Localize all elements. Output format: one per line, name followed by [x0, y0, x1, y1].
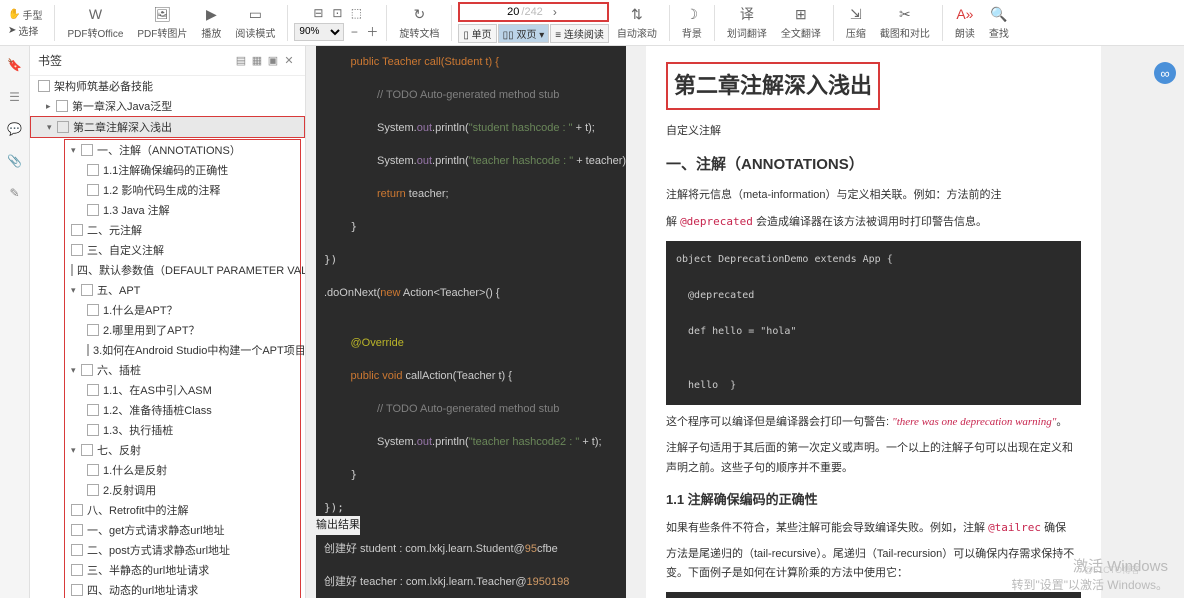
tree-ch2[interactable]: ▾第二章注解深入浅出	[30, 116, 305, 138]
crop-compare-btn[interactable]: ✂截图和对比	[874, 3, 936, 42]
page-number-input[interactable]	[461, 6, 521, 18]
para-2: 解 @deprecated 会造成编译器在该方法被调用时打印警告信息。	[666, 212, 1081, 233]
document-viewport[interactable]: ∞ public Teacher call(Student t) { // TO…	[306, 46, 1184, 598]
tree-s3[interactable]: 三、自定义注解	[65, 240, 300, 260]
crop-icon: ✂	[896, 5, 914, 23]
tree-s6-1[interactable]: 1.1、在AS中引入ASM	[65, 380, 300, 400]
signature-tab-icon[interactable]: ✎	[6, 184, 24, 202]
tree-s9-1[interactable]: 一、get方式请求静态url地址	[65, 520, 300, 540]
speaker-icon: A»	[956, 5, 974, 23]
tree-s9-3[interactable]: 三、半静态的url地址请求	[65, 560, 300, 580]
page-input-box: /242 ›	[458, 2, 609, 22]
hand-tool[interactable]: ✋ 手型	[8, 7, 42, 22]
tree-s5-2[interactable]: 2.哪里用到了APT？	[65, 320, 300, 340]
tree-s6-2[interactable]: 1.2、准备待插桩Class	[65, 400, 300, 420]
moon-icon: ☽	[683, 5, 701, 23]
read-mode[interactable]: ▭阅读模式	[229, 3, 281, 42]
float-assist-btn[interactable]: ∞	[1154, 62, 1176, 84]
word-icon: W	[86, 5, 104, 23]
translate-icon: 译	[738, 5, 756, 23]
page-total: /242	[521, 6, 546, 18]
tree-s2[interactable]: 二、元注解	[65, 220, 300, 240]
compress-btn[interactable]: ⇲压缩	[840, 3, 872, 42]
tree-ch1[interactable]: ▸第一章深入Java泛型	[30, 96, 305, 116]
rotate-button[interactable]: ↻旋转文档	[393, 3, 445, 42]
para-4: 注解子句适用于其后面的第一次定义或声明。一个以上的注解子句可以出现在定义和声明之…	[666, 439, 1081, 479]
tree-highlight-box: ▾一、注解（ANNOTATIONS） 1.1注解确保编码的正确性 1.2 影响代…	[64, 139, 301, 598]
zoom-select[interactable]: 90%	[294, 23, 344, 41]
para-3: 这个程序可以编译但是编译器会打印一句警告: "there was one dep…	[666, 413, 1081, 433]
search-icon: 🔍	[990, 5, 1008, 23]
fit-width-icon[interactable]: ⊟	[310, 5, 326, 21]
tree-s7-1[interactable]: 1.什么是反射	[65, 460, 300, 480]
find-btn[interactable]: 🔍查找	[983, 3, 1015, 42]
autoscroll-btn[interactable]: ⇅自动滚动	[611, 3, 663, 42]
word-translate-btn[interactable]: 译划词翻译	[721, 3, 773, 42]
tree-s7[interactable]: ▾七、反射	[65, 440, 300, 460]
actual-size-icon[interactable]: ⬚	[348, 5, 364, 21]
bookmark-tree: 架构师筑基必备技能 ▸第一章深入Java泛型 ▾第二章注解深入浅出 ▾一、注解（…	[30, 76, 305, 598]
subtitle: 自定义注解	[666, 122, 1081, 142]
para-5: 如果有些条件不符合，某些注解可能会导致编译失败。例如，注解 @tailrec 确…	[666, 518, 1081, 539]
chapter-title: 第二章注解深入浅出	[666, 62, 880, 110]
code-block-1: object DeprecationDemo extends App { @de…	[666, 241, 1081, 405]
full-translate-icon: ⊞	[792, 5, 810, 23]
tree-s9-2[interactable]: 二、post方式请求静态url地址	[65, 540, 300, 560]
tree-s7-2[interactable]: 2.反射调用	[65, 480, 300, 500]
sb-view3-icon[interactable]: ▣	[265, 53, 281, 69]
zoom-in-icon[interactable]: ＋	[364, 24, 380, 40]
sidebar: 书签 ▤ ▦ ▣ ✕ 架构师筑基必备技能 ▸第一章深入Java泛型 ▾第二章注解…	[30, 46, 306, 598]
sb-view1-icon[interactable]: ▤	[233, 53, 249, 69]
section-1: 一、注解（ANNOTATIONS）	[666, 151, 1081, 178]
bookmark-tab-icon[interactable]: 🔖	[6, 56, 24, 74]
left-rail: 🔖 ☰ 💬 📎 ✎	[0, 46, 30, 598]
sb-view2-icon[interactable]: ▦	[249, 53, 265, 69]
tree-s5[interactable]: ▾五、APT	[65, 280, 300, 300]
tree-s1-2[interactable]: 1.2 影响代码生成的注释	[65, 180, 300, 200]
pdf-page-left: public Teacher call(Student t) { // TODO…	[316, 46, 626, 598]
pdf-to-image[interactable]: 🖼PDF转图片	[131, 3, 193, 42]
play-icon: ▶	[202, 5, 220, 23]
read-aloud-btn[interactable]: A»朗读	[949, 3, 981, 42]
attachment-tab-icon[interactable]: 📎	[6, 152, 24, 170]
select-tool[interactable]: ➤ 选择	[8, 23, 42, 38]
toolbar: ✋ 手型 ➤ 选择 WPDF转Office 🖼PDF转图片 ▶播放 ▭阅读模式 …	[0, 0, 1184, 46]
section-1-1: 1.1 注解确保编码的正确性	[666, 488, 1081, 511]
tree-root[interactable]: 架构师筑基必备技能	[30, 76, 305, 96]
tree-s8[interactable]: 八、Retrofit中的注解	[65, 500, 300, 520]
pdf-page-right: 第二章注解深入浅出 自定义注解 一、注解（ANNOTATIONS） 注解将元信息…	[646, 46, 1101, 598]
tree-s5-1[interactable]: 1.什么是APT？	[65, 300, 300, 320]
tree-s1[interactable]: ▾一、注解（ANNOTATIONS）	[65, 140, 300, 160]
para-1: 注解将元信息（meta-information）与定义相关联。例如：方法前的注	[666, 186, 1081, 206]
double-page-btn[interactable]: ▯▯ 双页 ▾	[498, 24, 550, 43]
image-icon: 🖼	[153, 5, 171, 23]
pdf-to-office[interactable]: WPDF转Office	[61, 3, 129, 42]
page-next-icon[interactable]: ›	[547, 5, 563, 19]
compress-icon: ⇲	[847, 5, 865, 23]
sidebar-title: 书签	[38, 52, 233, 69]
autoscroll-icon: ⇅	[628, 5, 646, 23]
book-icon: ▭	[246, 5, 264, 23]
sb-close-icon[interactable]: ✕	[281, 53, 297, 69]
background-btn[interactable]: ☽背景	[676, 3, 708, 42]
fit-page-icon[interactable]: ⊡	[329, 5, 345, 21]
tree-s6[interactable]: ▾六、插桩	[65, 360, 300, 380]
tree-s6-3[interactable]: 1.3、执行插桩	[65, 420, 300, 440]
tree-s1-3[interactable]: 1.3 Java 注解	[65, 200, 300, 220]
tree-s4[interactable]: 四、默认参数值（DEFAULT PARAMETER VALUES）	[65, 260, 300, 280]
tree-s9-4[interactable]: 四、动态的url地址请求	[65, 580, 300, 598]
full-translate-btn[interactable]: ⊞全文翻译	[775, 3, 827, 42]
single-page-btn[interactable]: ▯ 单页	[458, 24, 496, 43]
play-button[interactable]: ▶播放	[195, 3, 227, 42]
rotate-icon: ↻	[410, 5, 428, 23]
outline-tab-icon[interactable]: ☰	[6, 88, 24, 106]
zoom-out-icon[interactable]: −	[346, 24, 362, 40]
continuous-btn[interactable]: ≡ 连续阅读	[550, 24, 609, 43]
cursor-mode: ✋ 手型 ➤ 选择	[8, 7, 42, 38]
comment-tab-icon[interactable]: 💬	[6, 120, 24, 138]
tree-s1-1[interactable]: 1.1注解确保编码的正确性	[65, 160, 300, 180]
windows-watermark: 激活 Windows 转到"设置"以激活 Windows。	[1011, 556, 1168, 594]
tree-s5-3[interactable]: 3.如何在Android Studio中构建一个APT项目？	[65, 340, 300, 360]
